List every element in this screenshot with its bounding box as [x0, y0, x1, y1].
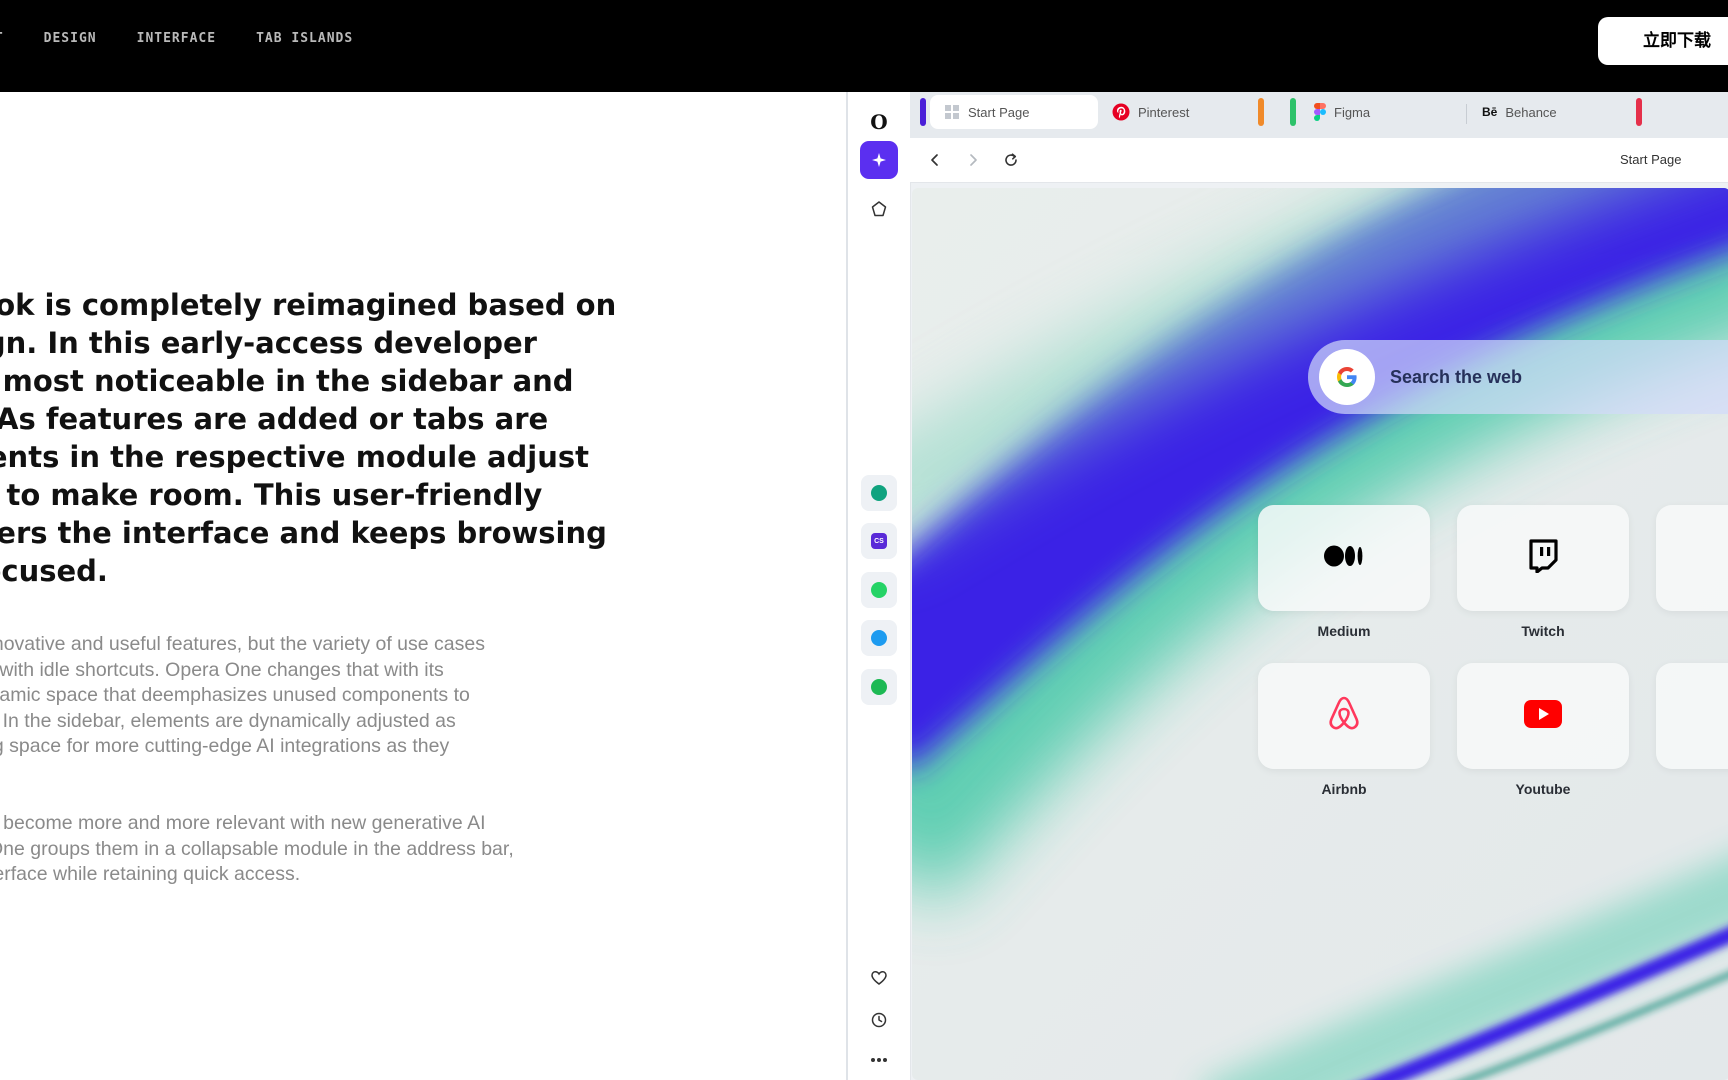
paragraph-line: s become more and more relevant with new…: [0, 812, 486, 834]
address-bar: Start Page: [910, 138, 1728, 183]
headline-line: s is most noticeable in the sidebar and: [0, 364, 574, 398]
pinterest-icon: [1112, 103, 1130, 121]
paragraph-line: or its innovative and useful features, b…: [0, 633, 485, 655]
browser-sidebar: O CS: [848, 92, 911, 1080]
tab-island-marker: [1636, 98, 1642, 126]
nav-link-design[interactable]: DESIGN: [44, 31, 97, 46]
speed-dial-airbnb[interactable]: [1258, 663, 1430, 769]
nav-link-tab-islands[interactable]: TAB ISLANDS: [256, 31, 353, 46]
speed-dial-label: Twitch: [1521, 623, 1565, 639]
top-nav-links: UT DESIGN INTERFACE TAB ISLANDS: [0, 31, 393, 46]
more-dots-icon[interactable]: [861, 1042, 897, 1078]
forward-arrow-icon[interactable]: [960, 147, 986, 173]
speed-dial-partial[interactable]: [1656, 663, 1728, 769]
article-headline: s look is completely reimagined based on…: [0, 286, 658, 590]
headline-line: lutters the interface and keeps browsing: [0, 516, 607, 550]
speed-dial-youtube[interactable]: [1457, 663, 1629, 769]
whatsapp-badge: [871, 582, 887, 598]
nav-link-about[interactable]: UT: [0, 31, 4, 46]
headline-line: d focused.: [0, 554, 108, 588]
tab-figma[interactable]: Figma: [1300, 95, 1450, 129]
start-page: Search the web Medium Twitch Airbnb Yout…: [912, 188, 1728, 1080]
search-placeholder: Search the web: [1390, 367, 1523, 387]
paragraph-line: e, a dynamic space that deemphasizes unu…: [0, 684, 470, 707]
tab-label: Pinterest: [1138, 104, 1190, 120]
opera-logo[interactable]: O: [861, 104, 897, 140]
article-paragraph-1: or its innovative and useful features, b…: [0, 632, 485, 786]
google-g-icon: [1319, 349, 1375, 405]
tab-overflow[interactable]: [1646, 95, 1728, 129]
headline-line: ally to make room. This user-friendly: [0, 478, 543, 512]
speed-dial-label: Youtube: [1515, 781, 1571, 797]
paragraph-line: , making space for more cutting-edge AI …: [0, 735, 450, 758]
behance-icon: Bē: [1482, 105, 1498, 119]
paragraph-line: e.: [0, 760, 485, 786]
aria-sparkle-icon[interactable]: [860, 141, 898, 179]
speed-dial-label: Airbnb: [1321, 781, 1367, 797]
tab-island-marker: [920, 98, 926, 126]
article-paragraph-2: s become more and more relevant with new…: [0, 811, 514, 888]
headline-line: es. As features are added or tabs are: [0, 402, 549, 436]
reload-icon[interactable]: [998, 147, 1024, 173]
back-arrow-icon[interactable]: [922, 147, 948, 173]
tab-label: Behance: [1505, 104, 1557, 120]
speed-dial-medium[interactable]: [1258, 505, 1430, 611]
chatsonic-badge: CS: [871, 533, 887, 549]
grid-icon: [944, 104, 960, 120]
twitch-icon: [1527, 538, 1559, 578]
tab-start-page[interactable]: Start Page: [930, 95, 1098, 129]
browser-mockup: O CS Start Page Pinterest Figma Bē Behan…: [846, 92, 1728, 1080]
spotify-icon[interactable]: [861, 669, 897, 705]
tab-divider: [1466, 104, 1467, 124]
twitter-badge: [871, 630, 887, 646]
address-url[interactable]: Start Page: [1620, 152, 1681, 167]
paragraph-line: er busy with idle shortcuts. Opera One c…: [0, 658, 444, 681]
whatsapp-icon[interactable]: [861, 572, 897, 608]
heart-icon[interactable]: [861, 960, 897, 996]
tab-label: Start Page: [968, 104, 1030, 120]
speed-dial-twitch[interactable]: [1457, 505, 1629, 611]
tab-behance[interactable]: Bē Behance: [1468, 95, 1626, 129]
chatgpt-badge: [871, 485, 887, 501]
speed-dial-partial[interactable]: [1656, 505, 1728, 611]
twitter-icon[interactable]: [861, 620, 897, 656]
tab-pinterest[interactable]: Pinterest: [1098, 95, 1248, 129]
spotify-badge: [871, 679, 887, 695]
paragraph-line: terface while retaining quick access.: [0, 863, 301, 886]
headline-line: s look is completely reimagined based on: [0, 288, 617, 322]
chatgpt-icon[interactable]: [861, 475, 897, 511]
youtube-icon: [1524, 699, 1562, 733]
airbnb-icon: [1327, 696, 1361, 737]
speed-dial-label: Medium: [1317, 623, 1371, 639]
pin-icon[interactable]: [861, 191, 897, 227]
headline-line: esign. In this early-access developer: [0, 326, 537, 360]
headline-line: ements in the respective module adjust: [0, 440, 589, 474]
top-navigation-bar: UT DESIGN INTERFACE TAB ISLANDS 立即下载: [0, 0, 1728, 92]
figma-icon: [1314, 103, 1326, 121]
tab-bar: Start Page Pinterest Figma Bē Behance: [910, 92, 1728, 138]
search-box[interactable]: Search the web: [1308, 340, 1728, 414]
download-button[interactable]: 立即下载: [1598, 17, 1728, 65]
history-clock-icon[interactable]: [861, 1002, 897, 1038]
tab-label: Figma: [1334, 104, 1371, 120]
chatsonic-icon[interactable]: CS: [861, 523, 897, 559]
tab-island-marker: [1290, 98, 1296, 126]
medium-icon: [1324, 545, 1364, 572]
tab-island-marker: [1258, 98, 1264, 126]
paragraph-line: w ones. In the sidebar, elements are dyn…: [0, 709, 456, 732]
nav-link-interface[interactable]: INTERFACE: [137, 31, 216, 46]
paragraph-line: One groups them in a collapsable module …: [0, 837, 514, 860]
